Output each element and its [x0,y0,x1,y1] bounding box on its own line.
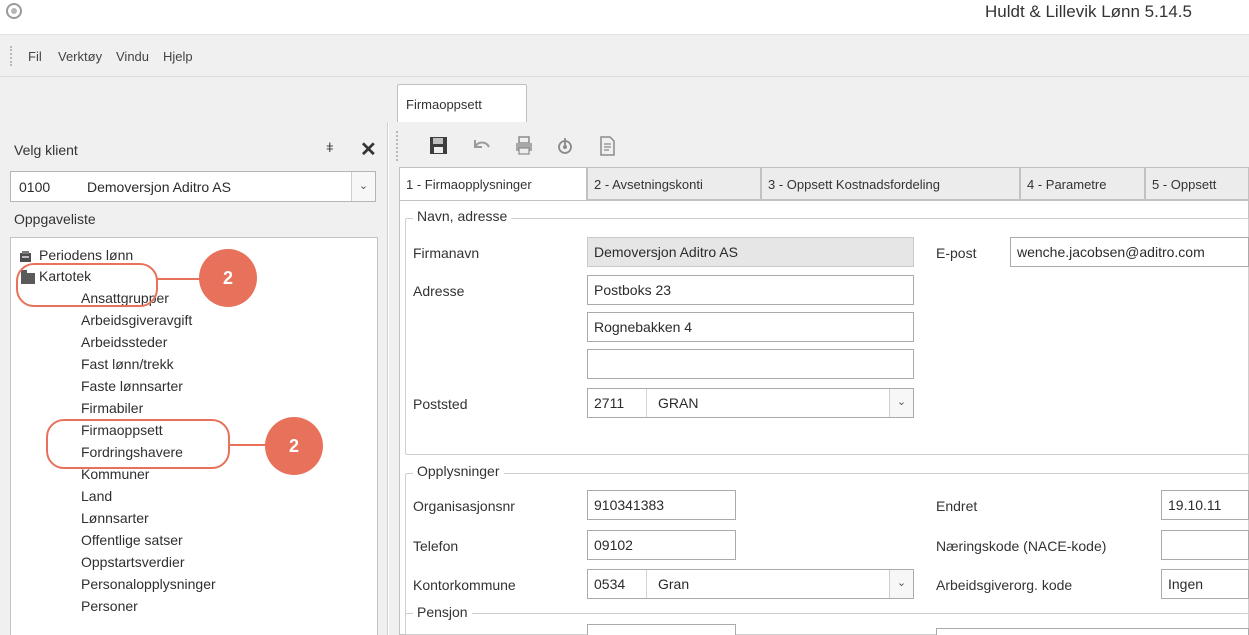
tree-item[interactable]: Arbeidsgiveravgift [81,312,192,328]
client-select[interactable]: 0100 Demoversjon Aditro AS ⌄ [10,171,376,202]
endret-label: Endret [936,498,978,514]
epost-field[interactable]: wenche.jacobsen@aditro.com [1010,237,1249,267]
tree-item[interactable]: Oppstartsverdier [81,554,184,570]
kommune-nr-value: 0534 [594,576,626,592]
toolbar-grip-icon [396,131,400,161]
pension-field[interactable] [936,628,1249,635]
tab-firmaopplysninger[interactable]: 1 - Firmaopplysninger [399,167,587,201]
kontorkommune-label: Kontorkommune [413,577,516,593]
adresse-line-2-field[interactable]: Rognebakken 4 [587,312,914,342]
tasklist-label: Oppgaveliste [14,211,96,227]
telefon-label: Telefon [413,538,459,554]
panel-title: Velg klient [14,142,78,158]
document-tab-strip [0,76,1249,122]
kontorkommune-select[interactable]: 0534 Gran ⌄ [587,569,914,599]
tab-avsetningskonti[interactable]: 2 - Avsetningskonti [587,167,761,200]
group-info-title: Opplysninger [413,463,504,479]
orgnr-label: Organisasjonsnr [413,498,515,514]
callout-badge: 2 [199,249,257,307]
tree-item[interactable]: Firmabiler [81,400,143,416]
chevron-down-icon[interactable]: ⌄ [889,389,913,417]
group-pension-title: Pensjon [413,604,472,620]
postnr-value: 2711 [594,395,625,411]
tree-item[interactable]: Arbeidssteder [81,334,167,350]
adresse-line-1-field[interactable]: Postboks 23 [587,275,914,305]
poststed-label: Poststed [413,396,468,412]
group-address-title: Navn, adresse [413,208,512,224]
payroll-period-icon [19,251,33,264]
poststed-select[interactable]: 2711 GRAN ⌄ [587,388,914,418]
tree-item[interactable]: Land [81,488,112,504]
poststed-value: GRAN [658,395,699,411]
field-divider [646,389,647,417]
menu-verktoy[interactable]: Verktøy [58,49,102,64]
menu-vindu[interactable]: Vindu [116,49,149,64]
firmanavn-label: Firmanavn [413,245,480,261]
field-divider [646,570,647,598]
group-info [405,473,1249,635]
save-icon[interactable] [427,134,451,158]
nace-label: Næringskode (NACE-kode) [936,538,1107,554]
menu-fil[interactable]: Fil [28,49,42,64]
attach-icon[interactable] [553,134,577,158]
tree-item[interactable]: Lønnsarter [81,510,149,526]
close-icon[interactable]: ✕ [360,137,377,162]
client-code: 0100 [19,179,51,195]
chevron-down-icon[interactable]: ⌄ [889,570,913,598]
nace-field[interactable] [1161,530,1249,560]
tab-oppsett[interactable]: 5 - Oppsett [1145,167,1249,200]
firmanavn-field: Demoversjon Aditro AS [587,237,914,267]
menu-grip-icon [10,46,14,66]
tree-item[interactable]: Personer [81,598,138,614]
agorg-select[interactable]: Ingen [1161,569,1249,599]
callout-ring [16,263,158,307]
tree-item[interactable]: Personalopplysninger [81,576,216,592]
adresse-label: Adresse [413,283,465,299]
app-logo-icon [6,3,22,19]
telefon-field[interactable]: 09102 [587,530,736,560]
tab-oppsett-kostnadsfordeling[interactable]: 3 - Oppsett Kostnadsfordeling [761,167,1020,200]
document-tab-firmaoppsett[interactable]: Firmaoppsett [397,84,527,122]
menu-hjelp[interactable]: Hjelp [163,49,193,64]
document-icon[interactable] [595,134,619,158]
undo-icon[interactable] [470,134,494,158]
tree-item[interactable]: Faste lønnsarter [81,378,183,394]
kommune-navn-value: Gran [658,576,690,592]
callout-connector [229,444,267,446]
endret-field[interactable]: 19.10.11 [1161,490,1249,520]
window-title: Huldt & Lillevik Lønn 5.14.5 [985,2,1192,21]
epost-label: E-post [936,245,977,261]
title-bar: Huldt & Lillevik Lønn 5.14.5 [0,0,1249,34]
tree-item-periodens-lonn[interactable]: Periodens lønn [39,247,133,263]
callout-connector [157,278,202,280]
client-name: Demoversjon Aditro AS [87,179,231,195]
tree-item[interactable]: Offentlige satser [81,532,183,548]
menu-bar: Fil Verktøy Vindu Hjelp [0,34,1249,76]
tab-parametre[interactable]: 4 - Parametre [1020,167,1145,200]
callout-badge: 2 [265,417,323,475]
orgnr-field[interactable]: 910341383 [587,490,736,520]
adresse-line-3-field[interactable] [587,349,914,379]
print-icon[interactable] [512,134,536,158]
pin-icon[interactable]: ǂ [326,140,334,155]
chevron-down-icon[interactable]: ⌄ [351,172,375,201]
pension-field[interactable] [587,624,736,635]
callout-ring [46,419,230,469]
agorg-label: Arbeidsgiverorg. kode [936,577,1073,593]
settings-tabs: 1 - Firmaopplysninger 2 - Avsetningskont… [399,167,1249,201]
tree-item[interactable]: Fast lønn/trekk [81,356,174,372]
